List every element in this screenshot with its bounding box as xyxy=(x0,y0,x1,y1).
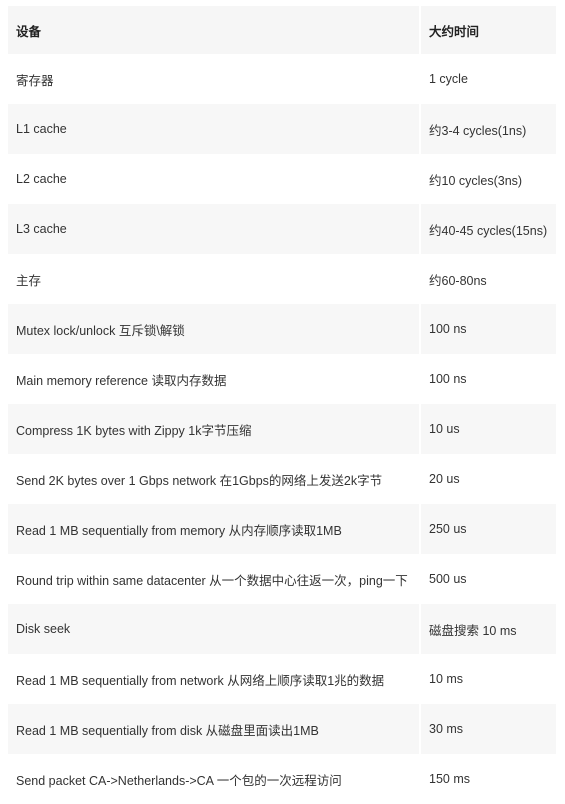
cell-time: 20 us xyxy=(420,454,556,504)
cell-time: 10 ms xyxy=(420,654,556,704)
table-row: 主存 约60-80ns xyxy=(8,254,556,304)
header-time: 大约时间 xyxy=(420,6,556,54)
table-row: 寄存器 1 cycle xyxy=(8,54,556,104)
table-row: Compress 1K bytes with Zippy 1k字节压缩 10 u… xyxy=(8,404,556,454)
table-row: Disk seek 磁盘搜索 10 ms xyxy=(8,604,556,654)
header-device: 设备 xyxy=(8,6,420,54)
cell-time: 30 ms xyxy=(420,704,556,754)
table-row: Main memory reference 读取内存数据 100 ns xyxy=(8,354,556,404)
cell-device: Compress 1K bytes with Zippy 1k字节压缩 xyxy=(8,404,420,454)
cell-device: Read 1 MB sequentially from memory 从内存顺序… xyxy=(8,504,420,554)
table-row: L3 cache 约40-45 cycles(15ns) xyxy=(8,204,556,254)
table-row: Read 1 MB sequentially from memory 从内存顺序… xyxy=(8,504,556,554)
cell-time: 500 us xyxy=(420,554,556,604)
cell-time: 约40-45 cycles(15ns) xyxy=(420,204,556,254)
table-row: Round trip within same datacenter 从一个数据中… xyxy=(8,554,556,604)
cell-time: 约60-80ns xyxy=(420,254,556,304)
cell-device: Read 1 MB sequentially from disk 从磁盘里面读出… xyxy=(8,704,420,754)
cell-device: L3 cache xyxy=(8,204,420,254)
table-row: L2 cache 约10 cycles(3ns) xyxy=(8,154,556,204)
cell-time: 1 cycle xyxy=(420,54,556,104)
cell-time: 250 us xyxy=(420,504,556,554)
cell-time: 100 ns xyxy=(420,354,556,404)
cell-device: Main memory reference 读取内存数据 xyxy=(8,354,420,404)
cell-device: Round trip within same datacenter 从一个数据中… xyxy=(8,554,420,604)
cell-time: 150 ms xyxy=(420,754,556,804)
cell-device: Read 1 MB sequentially from network 从网络上… xyxy=(8,654,420,704)
cell-time: 10 us xyxy=(420,404,556,454)
cell-device: 寄存器 xyxy=(8,54,420,104)
latency-table-container: 设备 大约时间 寄存器 1 cycle L1 cache 约3-4 cycles… xyxy=(8,6,556,804)
cell-device: L1 cache xyxy=(8,104,420,154)
table-row: Read 1 MB sequentially from network 从网络上… xyxy=(8,654,556,704)
cell-device: Disk seek xyxy=(8,604,420,654)
cell-time: 100 ns xyxy=(420,304,556,354)
table-row: Read 1 MB sequentially from disk 从磁盘里面读出… xyxy=(8,704,556,754)
cell-device: L2 cache xyxy=(8,154,420,204)
table-row: Send packet CA->Netherlands->CA 一个包的一次远程… xyxy=(8,754,556,804)
table-row: L1 cache 约3-4 cycles(1ns) xyxy=(8,104,556,154)
table-row: Mutex lock/unlock 互斥锁\解锁 100 ns xyxy=(8,304,556,354)
table-header-row: 设备 大约时间 xyxy=(8,6,556,54)
cell-device: Send packet CA->Netherlands->CA 一个包的一次远程… xyxy=(8,754,420,804)
cell-time: 约10 cycles(3ns) xyxy=(420,154,556,204)
cell-device: 主存 xyxy=(8,254,420,304)
table-row: Send 2K bytes over 1 Gbps network 在1Gbps… xyxy=(8,454,556,504)
cell-time: 约3-4 cycles(1ns) xyxy=(420,104,556,154)
cell-time: 磁盘搜索 10 ms xyxy=(420,604,556,654)
latency-table: 设备 大约时间 寄存器 1 cycle L1 cache 约3-4 cycles… xyxy=(8,6,556,804)
cell-device: Mutex lock/unlock 互斥锁\解锁 xyxy=(8,304,420,354)
cell-device: Send 2K bytes over 1 Gbps network 在1Gbps… xyxy=(8,454,420,504)
